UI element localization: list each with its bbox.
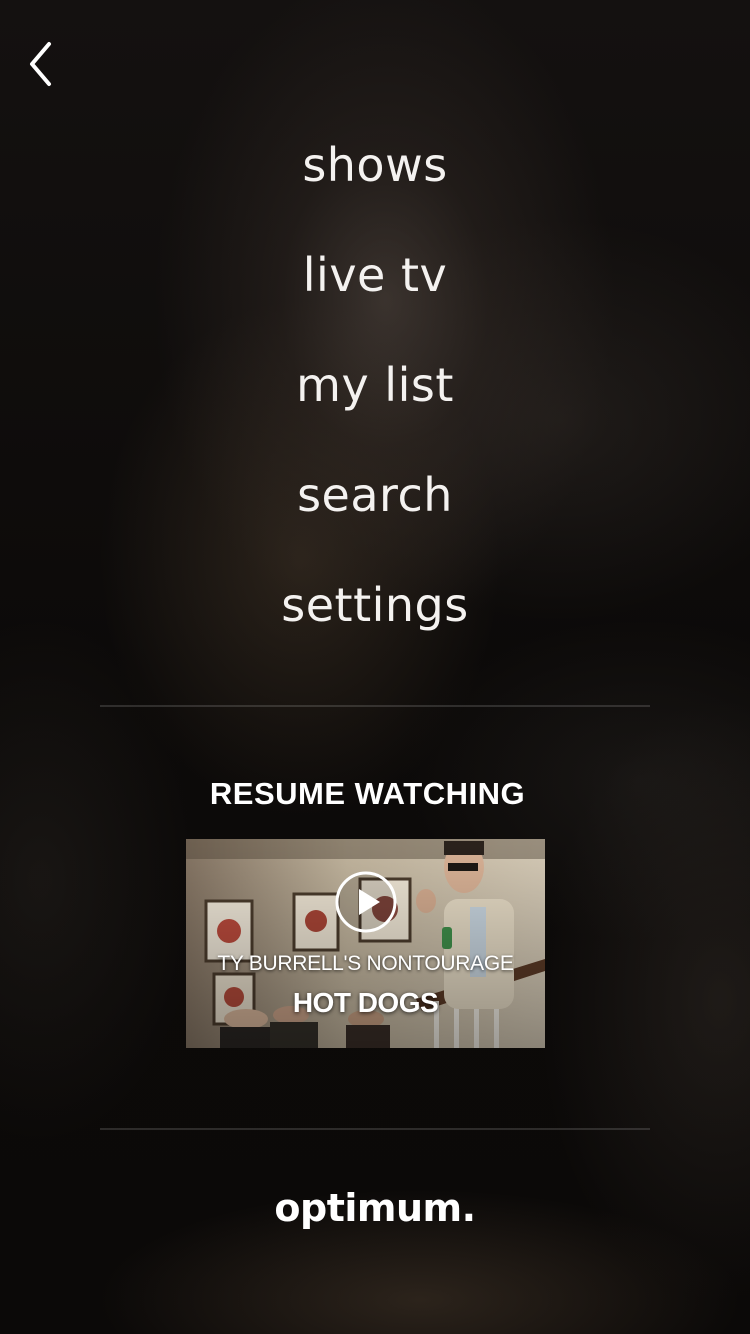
menu-item-shows[interactable]: shows — [0, 110, 750, 220]
show-title: TY BURRELL'S NONTOURAGE — [217, 952, 514, 975]
resume-watching-card[interactable]: TY BURRELL'S NONTOURAGE HOT DOGS — [186, 839, 545, 1048]
main-menu: shows live tv my list search settings — [0, 110, 750, 660]
menu-item-settings[interactable]: settings — [0, 550, 750, 660]
menu-screen: shows live tv my list search settings RE… — [0, 0, 750, 1334]
divider — [100, 705, 650, 707]
play-icon — [335, 871, 397, 937]
divider — [100, 1128, 650, 1130]
resume-watching-heading: RESUME WATCHING — [209, 776, 526, 811]
chevron-left-icon — [22, 36, 62, 92]
optimum-logo: optimum. — [274, 1186, 476, 1230]
play-button[interactable] — [335, 871, 397, 933]
episode-title: HOT DOGS — [292, 987, 439, 1018]
menu-item-my-list[interactable]: my list — [0, 330, 750, 440]
back-button[interactable] — [22, 36, 62, 92]
menu-item-search[interactable]: search — [0, 440, 750, 550]
menu-item-live-tv[interactable]: live tv — [0, 220, 750, 330]
